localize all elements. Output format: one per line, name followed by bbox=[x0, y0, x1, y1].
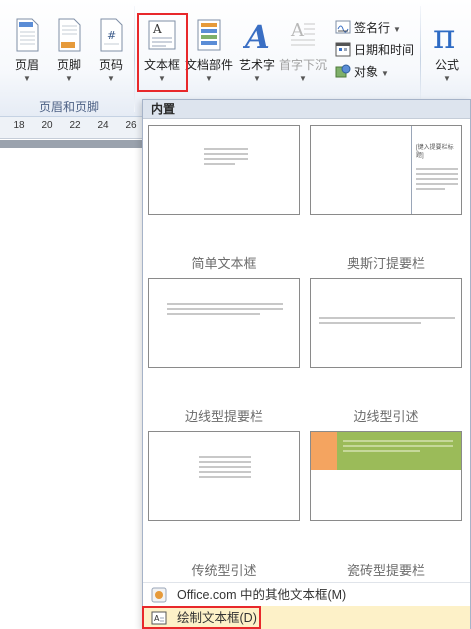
svg-text:π: π bbox=[433, 18, 455, 52]
header-footer-group-label: 页眉和页脚 bbox=[38, 100, 99, 114]
footer-button[interactable]: 页脚 ▼ bbox=[48, 10, 90, 96]
chevron-down-icon: ▼ bbox=[299, 74, 307, 83]
equation-label: 公式 bbox=[434, 58, 459, 72]
gallery-section-header: 内置 bbox=[143, 100, 470, 119]
page-number-icon: # bbox=[100, 18, 123, 52]
gallery-caption: 瓷砖型提要栏 bbox=[346, 563, 425, 578]
gallery-caption: 传统型引述 bbox=[191, 563, 257, 578]
object-label: 对象 bbox=[354, 65, 379, 79]
dropcap-label: 首字下沉 bbox=[278, 58, 327, 72]
preview-text bbox=[199, 456, 251, 481]
chevron-down-icon: ▼ bbox=[443, 74, 451, 83]
office-online-icon bbox=[151, 587, 167, 603]
chevron-down-icon: ▼ bbox=[65, 74, 73, 83]
group-divider bbox=[420, 6, 421, 112]
gallery-item-border-quote[interactable] bbox=[310, 278, 462, 368]
preview-text bbox=[167, 303, 283, 318]
gallery-item-simple-textbox[interactable] bbox=[148, 125, 300, 215]
ruler-number: 20 bbox=[41, 120, 53, 131]
document-page[interactable] bbox=[0, 148, 142, 629]
dropcap-icon: A bbox=[290, 20, 315, 46]
object-button[interactable]: 对象 ▼ bbox=[335, 62, 389, 82]
more-textboxes-label: Office.com 中的其他文本框(M) bbox=[177, 588, 347, 602]
page-header-icon bbox=[16, 18, 39, 52]
gallery-caption: 奥斯汀提要栏 bbox=[346, 256, 425, 271]
tile-green-block bbox=[337, 432, 461, 470]
page-number-label: 页码 bbox=[98, 58, 123, 72]
signature-line-label: 签名行 bbox=[354, 21, 391, 35]
chevron-down-icon: ▼ bbox=[107, 74, 115, 83]
gallery-item-border-sidebar[interactable] bbox=[148, 278, 300, 368]
textbox-highlight bbox=[137, 13, 188, 92]
gallery-caption: 简单文本框 bbox=[191, 256, 257, 271]
chevron-down-icon: ▼ bbox=[253, 74, 261, 83]
object-icon bbox=[335, 64, 351, 78]
wordart-label: 艺术字 bbox=[238, 58, 275, 72]
ruler-number: 24 bbox=[97, 120, 109, 131]
preview-text bbox=[204, 148, 248, 168]
tile-orange-block bbox=[311, 432, 337, 470]
preview-text bbox=[416, 168, 458, 193]
quick-parts-label: 文档部件 bbox=[184, 58, 233, 72]
gallery-caption: 边线型引述 bbox=[353, 409, 419, 424]
chevron-down-icon: ▼ bbox=[393, 25, 401, 34]
gallery-item-tile-sidebar[interactable] bbox=[310, 431, 462, 521]
date-time-label: 日期和时间 bbox=[354, 43, 415, 57]
signature-line-button[interactable]: 签名行 ▼ bbox=[335, 18, 401, 38]
date-time-icon bbox=[335, 42, 351, 57]
gallery-item-traditional-quote[interactable] bbox=[148, 431, 300, 521]
dropcap-button: A 首字下沉 ▼ bbox=[279, 10, 327, 96]
more-textboxes-menu-item[interactable]: Office.com 中的其他文本框(M) bbox=[143, 582, 470, 606]
chevron-down-icon: ▼ bbox=[381, 69, 389, 78]
wordart-icon: A bbox=[243, 18, 270, 52]
date-time-button[interactable]: 日期和时间 bbox=[335, 40, 414, 60]
preview-text bbox=[319, 317, 455, 327]
svg-text:A: A bbox=[243, 18, 270, 52]
wordart-button[interactable]: A 艺术字 ▼ bbox=[236, 10, 278, 96]
quick-parts-button[interactable]: 文档部件 ▼ bbox=[185, 10, 233, 96]
sidebar-preview: [键入提要栏标题] bbox=[411, 126, 461, 214]
group-divider bbox=[134, 6, 135, 112]
page-footer-icon bbox=[58, 18, 81, 52]
gallery-item-austin-sidebar[interactable]: [键入提要栏标题] bbox=[310, 125, 462, 215]
gallery-caption: 边线型提要栏 bbox=[184, 409, 263, 424]
pi-icon: π bbox=[433, 18, 455, 52]
ruler-number: 26 bbox=[125, 120, 137, 131]
svg-text:#: # bbox=[107, 29, 116, 42]
ruler-number: 18 bbox=[13, 120, 25, 131]
preview-text bbox=[343, 440, 453, 455]
svg-text:A: A bbox=[290, 20, 305, 41]
textbox-gallery: 内置 简单文本框 [键入提要栏标题] 奥斯汀提要栏 边线型提要栏 边线型引述 传… bbox=[142, 99, 471, 629]
quick-parts-icon bbox=[197, 19, 221, 51]
page-number-button[interactable]: # 页码 ▼ bbox=[90, 10, 132, 96]
ruler-margin bbox=[0, 140, 146, 148]
chevron-down-icon: ▼ bbox=[205, 74, 213, 83]
chevron-down-icon: ▼ bbox=[23, 74, 31, 83]
signature-line-icon bbox=[335, 20, 351, 34]
equation-button[interactable]: π 公式 ▼ bbox=[426, 10, 468, 96]
header-button[interactable]: 页眉 ▼ bbox=[6, 10, 48, 96]
ruler-number: 22 bbox=[69, 120, 81, 131]
preview-title: [键入提要栏标题] bbox=[416, 145, 454, 159]
draw-textbox-highlight bbox=[142, 606, 261, 629]
